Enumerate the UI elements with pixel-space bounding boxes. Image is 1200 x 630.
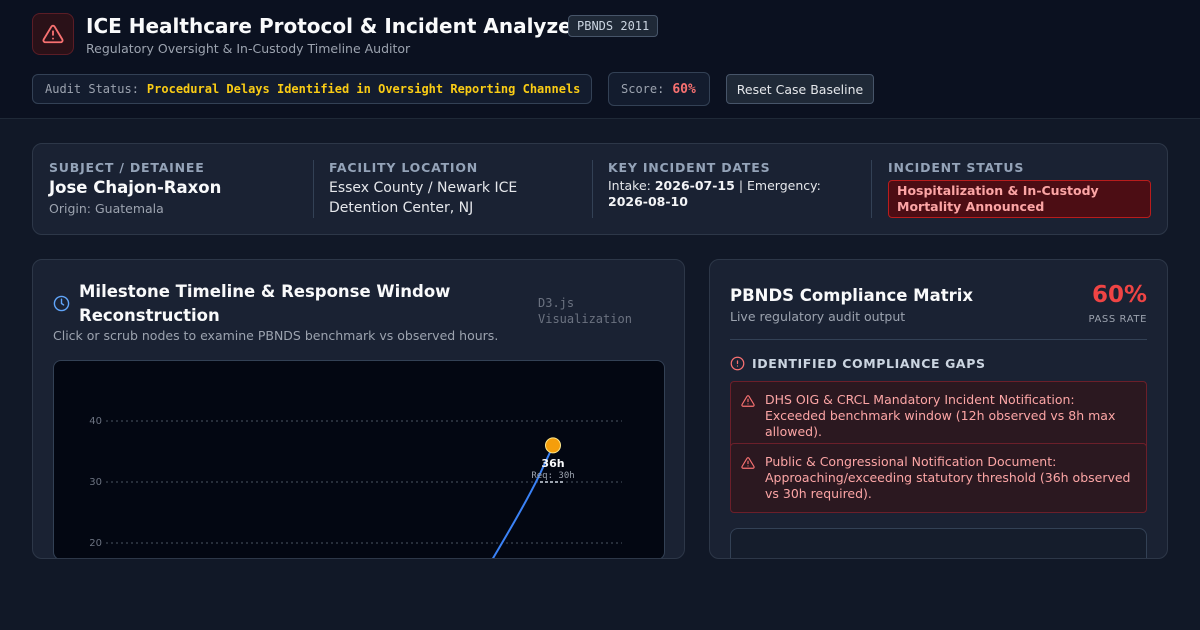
timeline-title: Milestone Timeline & Response Window Rec… <box>79 282 451 325</box>
y-tick-label: 40 <box>89 416 102 427</box>
gap-text: DHS OIG & CRCL Mandatory Incident Notifi… <box>765 392 1116 439</box>
incident-status-badge: Hospitalization & In-Custody Mortality A… <box>888 180 1151 218</box>
facility-value: Essex County / Newark ICE Detention Cent… <box>329 180 518 216</box>
app-title: ICE Healthcare Protocol & Incident Analy… <box>86 14 582 38</box>
gaps-heading: IDENTIFIED COMPLIANCE GAPS <box>730 356 986 371</box>
point-value-label: 36h <box>541 457 564 470</box>
emergency-label: Emergency: <box>747 178 821 193</box>
top-header: ICE Healthcare Protocol & Incident Analy… <box>0 0 1200 119</box>
detainee-name: Jose Chajon-Raxon <box>49 178 222 197</box>
pass-rate-value: 60% <box>1091 282 1147 308</box>
score-value: 60% <box>672 81 696 97</box>
compliance-title: PBNDS Compliance Matrix <box>730 286 974 305</box>
compliance-gap-item: DHS OIG & CRCL Mandatory Incident Notifi… <box>730 381 1147 451</box>
next-section-card <box>730 528 1147 558</box>
audit-status-pill: Audit Status: Procedural Delays Identifi… <box>32 74 592 104</box>
facility-column: FACILITY LOCATION Essex County / Newark … <box>329 160 549 218</box>
clock-icon <box>53 295 70 316</box>
subject-card: SUBJECT / DETAINEE Jose Chajon-Raxon Ori… <box>32 143 1168 235</box>
audit-status-label: Audit Status: <box>45 82 139 96</box>
y-tick-label: 30 <box>89 477 102 488</box>
timeline-panel: Milestone Timeline & Response Window Rec… <box>32 259 685 559</box>
dates-label: KEY INCIDENT DATES <box>608 160 771 175</box>
gaps-title: IDENTIFIED COMPLIANCE GAPS <box>752 356 986 371</box>
compliance-gap-item: Public & Congressional Notification Docu… <box>730 443 1147 513</box>
facility-label: FACILITY LOCATION <box>329 160 479 175</box>
warning-icon <box>741 394 755 412</box>
timeline-subtitle: Click or scrub nodes to examine PBNDS be… <box>53 328 499 343</box>
gap-text: Public & Congressional Notification Docu… <box>765 454 1131 501</box>
divider <box>313 160 314 218</box>
divider <box>730 339 1147 340</box>
score-label: Score: <box>621 82 665 96</box>
emergency-date: 2026-08-10 <box>608 194 688 209</box>
pass-rate-label: PASS RATE <box>1088 314 1147 325</box>
highlight-point <box>545 437 561 454</box>
detainee-label: SUBJECT / DETAINEE <box>49 160 205 175</box>
y-tick-label: 20 <box>89 538 102 549</box>
divider <box>871 160 872 218</box>
audit-status-value: Procedural Delays Identified in Oversigh… <box>146 82 581 96</box>
score-pill: Score: 60% <box>608 72 710 106</box>
compliance-subtitle: Live regulatory audit output <box>730 309 906 324</box>
intake-label: Intake: <box>608 178 651 193</box>
divider <box>592 160 593 218</box>
detainee-column: SUBJECT / DETAINEE Jose Chajon-Raxon Ori… <box>49 160 221 216</box>
app-subtitle: Regulatory Oversight & In-Custody Timeli… <box>86 41 411 56</box>
timeline-chart[interactable]: 40 30 20 36h Req: 30h <box>53 360 665 559</box>
warning-icon <box>741 456 755 474</box>
d3-badge: D3.js Visualization <box>538 296 632 326</box>
status-label: INCIDENT STATUS <box>888 160 1025 175</box>
pbnds-badge: PBNDS 2011 <box>568 15 659 37</box>
detainee-origin: Origin: Guatemala <box>49 201 164 216</box>
point-required-label: Req: 30h <box>531 471 574 481</box>
alert-circle-icon <box>730 356 745 371</box>
reset-case-button[interactable]: Reset Case Baseline <box>726 74 874 104</box>
alert-triangle-icon <box>32 13 74 55</box>
date-separator: | <box>738 178 744 193</box>
chart-svg[interactable]: 40 30 20 36hReq: 30h <box>54 361 665 559</box>
incident-dates: Intake: 2026-07-15 | Emergency: 2026-08-… <box>608 178 858 210</box>
dates-column: KEY INCIDENT DATES Intake: 2026-07-15 | … <box>608 160 858 210</box>
compliance-panel: PBNDS Compliance Matrix Live regulatory … <box>709 259 1168 559</box>
status-column: INCIDENT STATUS Hospitalization & In-Cus… <box>888 160 1151 218</box>
intake-date: 2026-07-15 <box>654 178 735 193</box>
